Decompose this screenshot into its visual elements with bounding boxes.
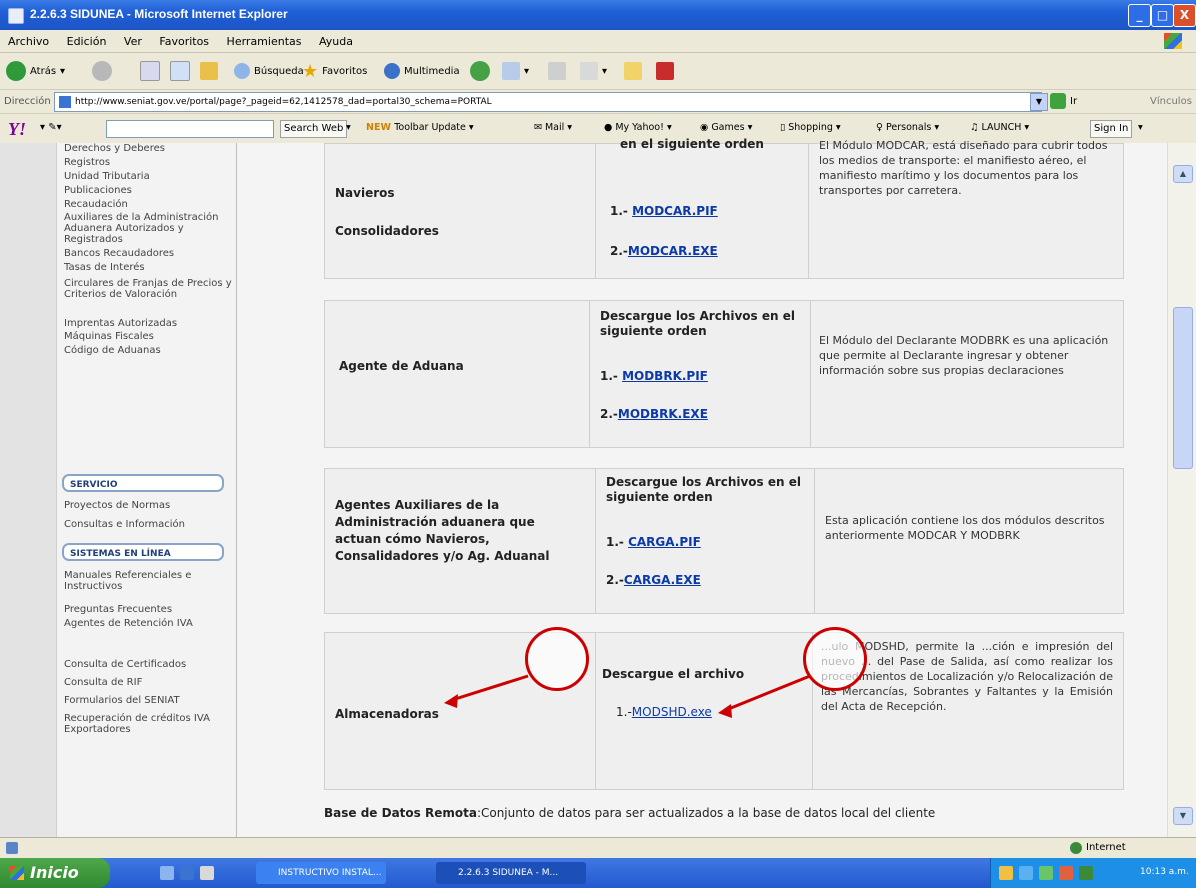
scroll-thumb[interactable] [1173, 307, 1193, 469]
annotation-circle [525, 627, 589, 691]
show-desktop-icon[interactable] [160, 866, 174, 880]
tray-icon[interactable] [1059, 866, 1073, 880]
scroll-up-button[interactable]: ▲ [1173, 165, 1193, 183]
arrowhead-icon [718, 704, 732, 718]
vertical-scrollbar[interactable]: ▲ ▼ [1167, 143, 1196, 837]
taskbar-item-sidunea[interactable]: 2.2.6.3 SIDUNEA - M... [436, 862, 586, 884]
arrowhead-icon [444, 694, 458, 708]
windows-logo-icon [10, 866, 24, 880]
tray-icon[interactable] [999, 866, 1013, 880]
tray-icon[interactable] [1019, 866, 1033, 880]
remote-db-title: Base de Datos Remota [324, 806, 477, 820]
page-status-icon [6, 842, 18, 854]
status-bar: Internet [0, 837, 1196, 859]
annotation-circle [803, 627, 867, 691]
start-button[interactable]: Inicio [0, 858, 110, 888]
taskbar-item-instructivo[interactable]: INSTRUCTIVO INSTAL... [256, 862, 386, 884]
taskbar: Inicio INSTRUCTIVO INSTAL... 2.2.6.3 SID… [0, 858, 1196, 888]
media-quicklaunch-icon[interactable] [200, 866, 214, 880]
clock: 10:13 a.m. [1140, 867, 1189, 877]
internet-zone-icon [1070, 842, 1082, 854]
annotation-arrow [725, 674, 811, 712]
annotation-arrow [451, 674, 529, 702]
scroll-down-button[interactable]: ▼ [1173, 807, 1193, 825]
ie-quicklaunch-icon[interactable] [180, 866, 194, 880]
zone-label: Internet [1086, 842, 1126, 853]
tray-icon[interactable] [1039, 866, 1053, 880]
remote-db-description: Base de Datos Remota:Conjunto de datos p… [324, 806, 936, 820]
annotation-layer [444, 674, 811, 718]
tray-icon[interactable] [1079, 866, 1093, 880]
